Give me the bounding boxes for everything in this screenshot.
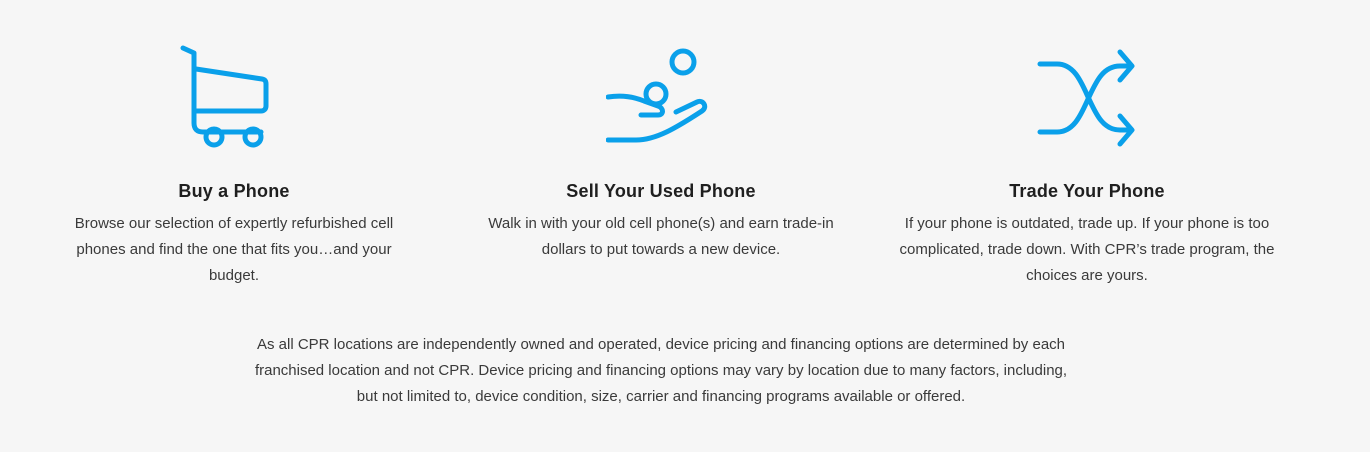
features-section: Buy a Phone Browse our selection of expe… bbox=[0, 0, 1370, 300]
feature-title: Sell Your Used Phone bbox=[566, 181, 756, 201]
feature-description: Walk in with your old cell phone(s) and … bbox=[488, 215, 834, 258]
pricing-disclaimer: As all CPR locations are independently o… bbox=[254, 336, 1068, 405]
feature-title: Trade Your Phone bbox=[1009, 181, 1165, 201]
shuffle-arrows-icon bbox=[1032, 44, 1142, 154]
feature-title: Buy a Phone bbox=[178, 181, 290, 201]
hand-with-coins-icon bbox=[606, 44, 716, 154]
feature-description: Browse our selection of expertly refurbi… bbox=[74, 215, 394, 284]
feature-description: If your phone is outdated, trade up. If … bbox=[899, 215, 1275, 284]
shopping-cart-icon bbox=[179, 44, 289, 154]
